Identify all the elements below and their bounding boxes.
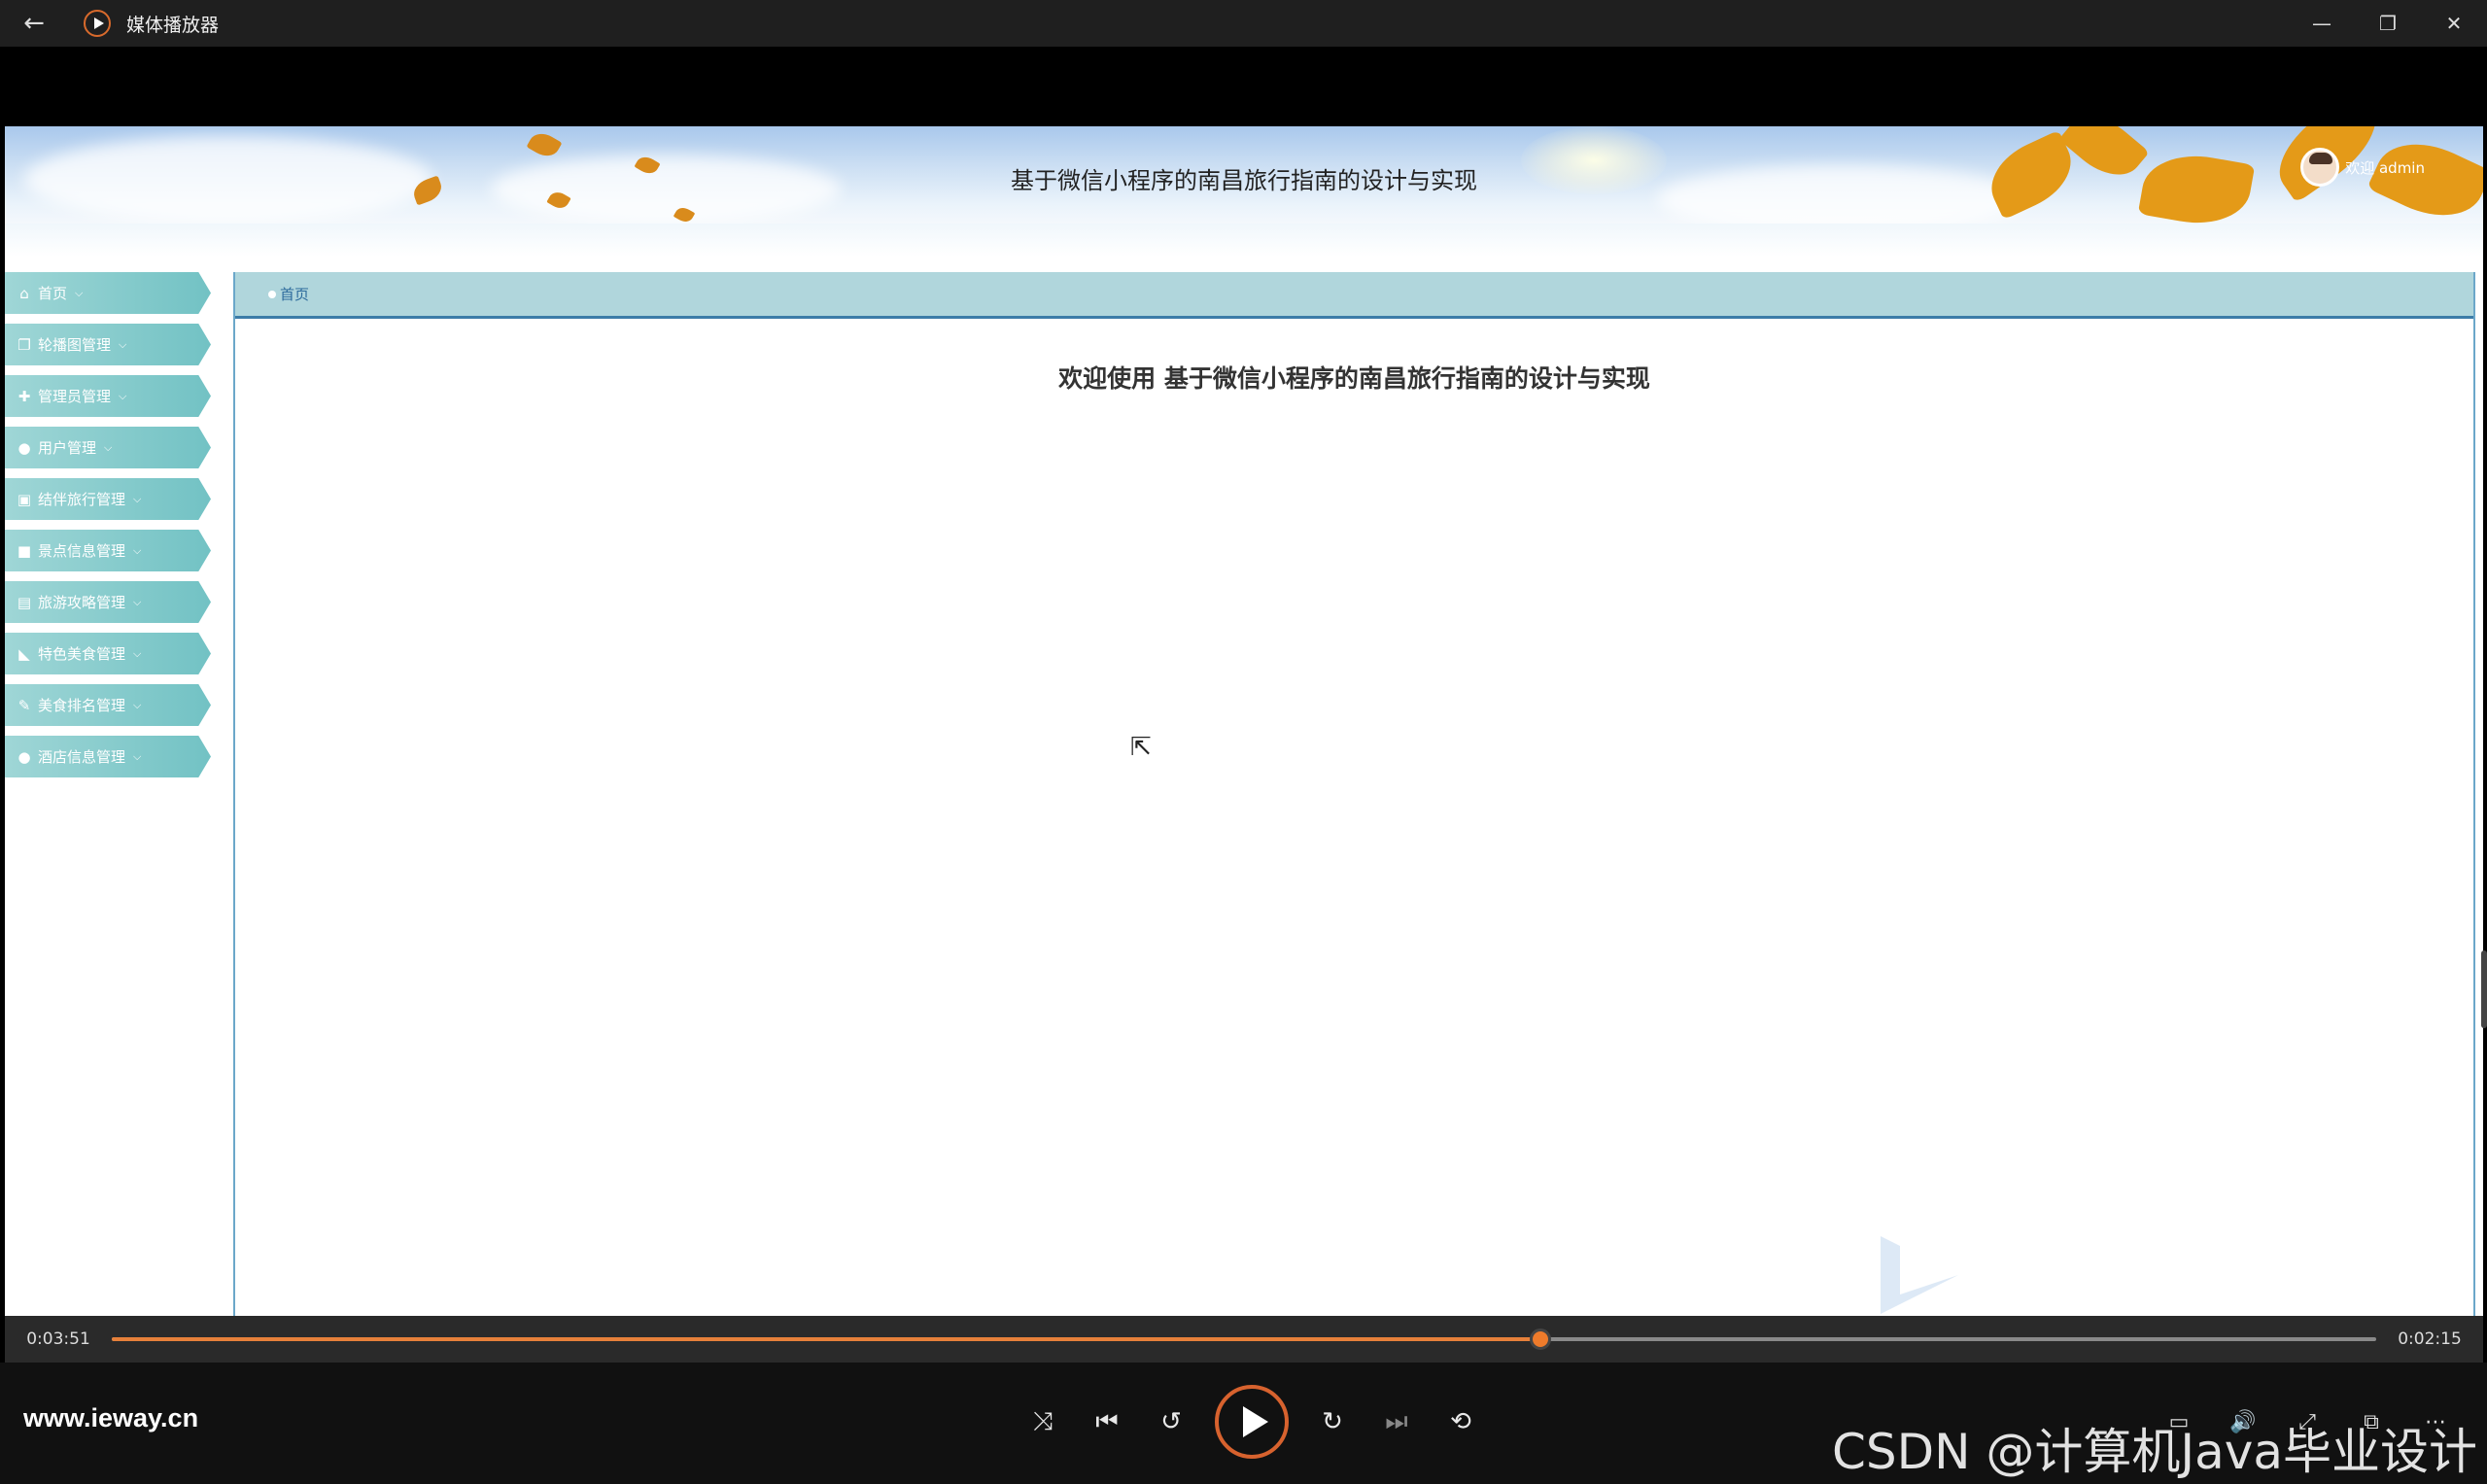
player-controls: www.ieway.cn ⤨ ⏮ ↺ ↻ ⏭ ⟲ ▭ 🔊 ⤢ ⧉ ⋯ CSDN … xyxy=(0,1363,2487,1484)
sidebar-item-home[interactable]: ⌂ 首页 ⌵ xyxy=(5,272,211,314)
site-header: 基于微信小程序的南昌旅行指南的设计与实现 欢迎 admin xyxy=(5,126,2483,224)
video-frame[interactable]: 基于微信小程序的南昌旅行指南的设计与实现 欢迎 admin ⌂ 首页 ⌵ ❐ 轮… xyxy=(5,126,2483,1316)
sidebar-menu: ⌂ 首页 ⌵ ❐ 轮播图管理 ⌵ ✚ 管理员管理 ⌵ ● 用户管理 ⌵ ▣ 结伴 xyxy=(5,272,234,787)
chevron-down-icon: ⌵ xyxy=(133,698,142,711)
sidebar-item-carousel[interactable]: ❐ 轮播图管理 ⌵ xyxy=(5,324,211,365)
content-border xyxy=(2473,272,2475,1316)
sidebar-item-users[interactable]: ● 用户管理 ⌵ xyxy=(5,427,211,468)
breadcrumb-dot-icon xyxy=(268,290,276,298)
user-greeting[interactable]: 欢迎 admin xyxy=(2345,157,2425,178)
sidebar-item-label: 酒店信息管理 xyxy=(38,748,126,766)
sidebar-item-label: 管理员管理 xyxy=(38,388,112,405)
chevron-down-icon: ⌵ xyxy=(119,389,127,402)
sidebar-item-attractions[interactable]: ■ 景点信息管理 ⌵ xyxy=(5,530,211,571)
drop-icon: ● xyxy=(17,747,31,766)
user-icon: ● xyxy=(17,438,31,457)
sidebar-item-label: 用户管理 xyxy=(38,439,97,457)
breadcrumb-home-link[interactable]: 首页 xyxy=(280,284,309,304)
breadcrumb: 首页 xyxy=(235,272,2473,319)
chevron-down-icon: ⌵ xyxy=(133,646,142,660)
seek-progress-fill xyxy=(112,1337,1541,1341)
admin-icon: ✚ xyxy=(17,387,31,405)
sidebar-divider xyxy=(233,272,235,1316)
video-watermark-logo-icon xyxy=(1881,1236,1958,1314)
minimize-icon[interactable]: — xyxy=(2289,0,2355,47)
previous-track-icon[interactable]: ⏮ xyxy=(1075,1380,1139,1464)
sidebar-item-local-food[interactable]: ◣ 特色美食管理 ⌵ xyxy=(5,633,211,674)
chevron-down-icon: ⌵ xyxy=(133,543,142,557)
tag-icon: ◣ xyxy=(18,644,30,663)
window-scroll-indicator xyxy=(2481,950,2487,1028)
sidebar-item-label: 旅游攻略管理 xyxy=(38,594,126,611)
chevron-down-icon: ⌵ xyxy=(133,595,142,608)
next-track-icon[interactable]: ⏭ xyxy=(1364,1380,1429,1464)
edit-icon: ✎ xyxy=(17,696,31,714)
sidebar-item-guides[interactable]: ▤ 旅游攻略管理 ⌵ xyxy=(5,581,211,623)
sidebar-item-label: 结伴旅行管理 xyxy=(38,491,126,508)
window-controls: — ❐ ✕ xyxy=(2289,0,2487,47)
seek-track[interactable] xyxy=(112,1329,2376,1350)
transport-controls: ⤨ ⏮ ↺ ↻ ⏭ ⟲ xyxy=(1011,1380,1493,1464)
media-player-app-icon xyxy=(84,10,111,37)
images-icon: ❐ xyxy=(17,335,31,354)
sidebar-item-food-ranking[interactable]: ✎ 美食排名管理 ⌵ xyxy=(5,684,211,726)
seek-thumb[interactable] xyxy=(1530,1329,1552,1350)
shuffle-icon[interactable]: ⤨ xyxy=(1011,1380,1075,1464)
chevron-down-icon: ⌵ xyxy=(75,286,84,299)
restore-icon[interactable]: ❐ xyxy=(2355,0,2421,47)
sidebar-item-admins[interactable]: ✚ 管理员管理 ⌵ xyxy=(5,375,211,417)
site-title: 基于微信小程序的南昌旅行指南的设计与实现 xyxy=(1011,167,1477,194)
sidebar-item-label: 特色美食管理 xyxy=(38,645,126,663)
csdn-watermark: CSDN @计算机Java毕业设计 xyxy=(1831,1424,2477,1480)
sidebar-item-label: 美食排名管理 xyxy=(38,697,126,714)
play-button[interactable] xyxy=(1215,1385,1289,1459)
briefcase-icon: ■ xyxy=(17,541,32,560)
user-menu[interactable]: 欢迎 admin xyxy=(2300,148,2425,187)
repeat-icon[interactable]: ⟲ xyxy=(1429,1380,1493,1464)
chevron-down-icon: ⌵ xyxy=(119,337,127,351)
welcome-heading: 欢迎使用 基于微信小程序的南昌旅行指南的设计与实现 xyxy=(1058,364,1650,393)
chevron-down-icon: ⌵ xyxy=(133,492,142,505)
mouse-cursor-icon: ⇱ xyxy=(1130,733,1152,762)
sidebar-item-label: 轮播图管理 xyxy=(38,336,112,354)
maple-leaf-decoration xyxy=(526,127,563,162)
sidebar-item-companion-travel[interactable]: ▣ 结伴旅行管理 ⌵ xyxy=(5,478,211,520)
media-player-window: ← 媒体播放器 — ❐ ✕ 基于微信小程序的南昌旅行指南的设计与实现 欢迎 ad… xyxy=(0,0,2487,1484)
close-icon[interactable]: ✕ xyxy=(2421,0,2487,47)
seek-bar-row: 0:03:51 0:02:15 xyxy=(5,1316,2483,1363)
chevron-down-icon: ⌵ xyxy=(133,749,142,763)
header-strip xyxy=(5,224,2483,257)
list-icon: ▤ xyxy=(17,593,32,611)
sidebar-item-label: 首页 xyxy=(38,285,68,302)
back-arrow-icon[interactable]: ← xyxy=(0,0,68,47)
picture-icon: ▣ xyxy=(17,490,32,508)
rewind-10-icon[interactable]: ↺ xyxy=(1139,1380,1203,1464)
site-url-watermark: www.ieway.cn xyxy=(23,1403,199,1432)
avatar[interactable] xyxy=(2300,148,2340,187)
forward-30-icon[interactable]: ↻ xyxy=(1300,1380,1364,1464)
sidebar-item-hotels[interactable]: ● 酒店信息管理 ⌵ xyxy=(5,736,211,777)
window-title: 媒体播放器 xyxy=(126,14,220,36)
elapsed-time: 0:03:51 xyxy=(26,1329,90,1349)
sidebar-item-label: 景点信息管理 xyxy=(38,542,126,560)
title-bar: ← 媒体播放器 — ❐ ✕ xyxy=(0,0,2487,47)
chevron-down-icon: ⌵ xyxy=(104,440,113,454)
home-icon: ⌂ xyxy=(19,284,29,302)
remaining-time: 0:02:15 xyxy=(2398,1329,2462,1349)
